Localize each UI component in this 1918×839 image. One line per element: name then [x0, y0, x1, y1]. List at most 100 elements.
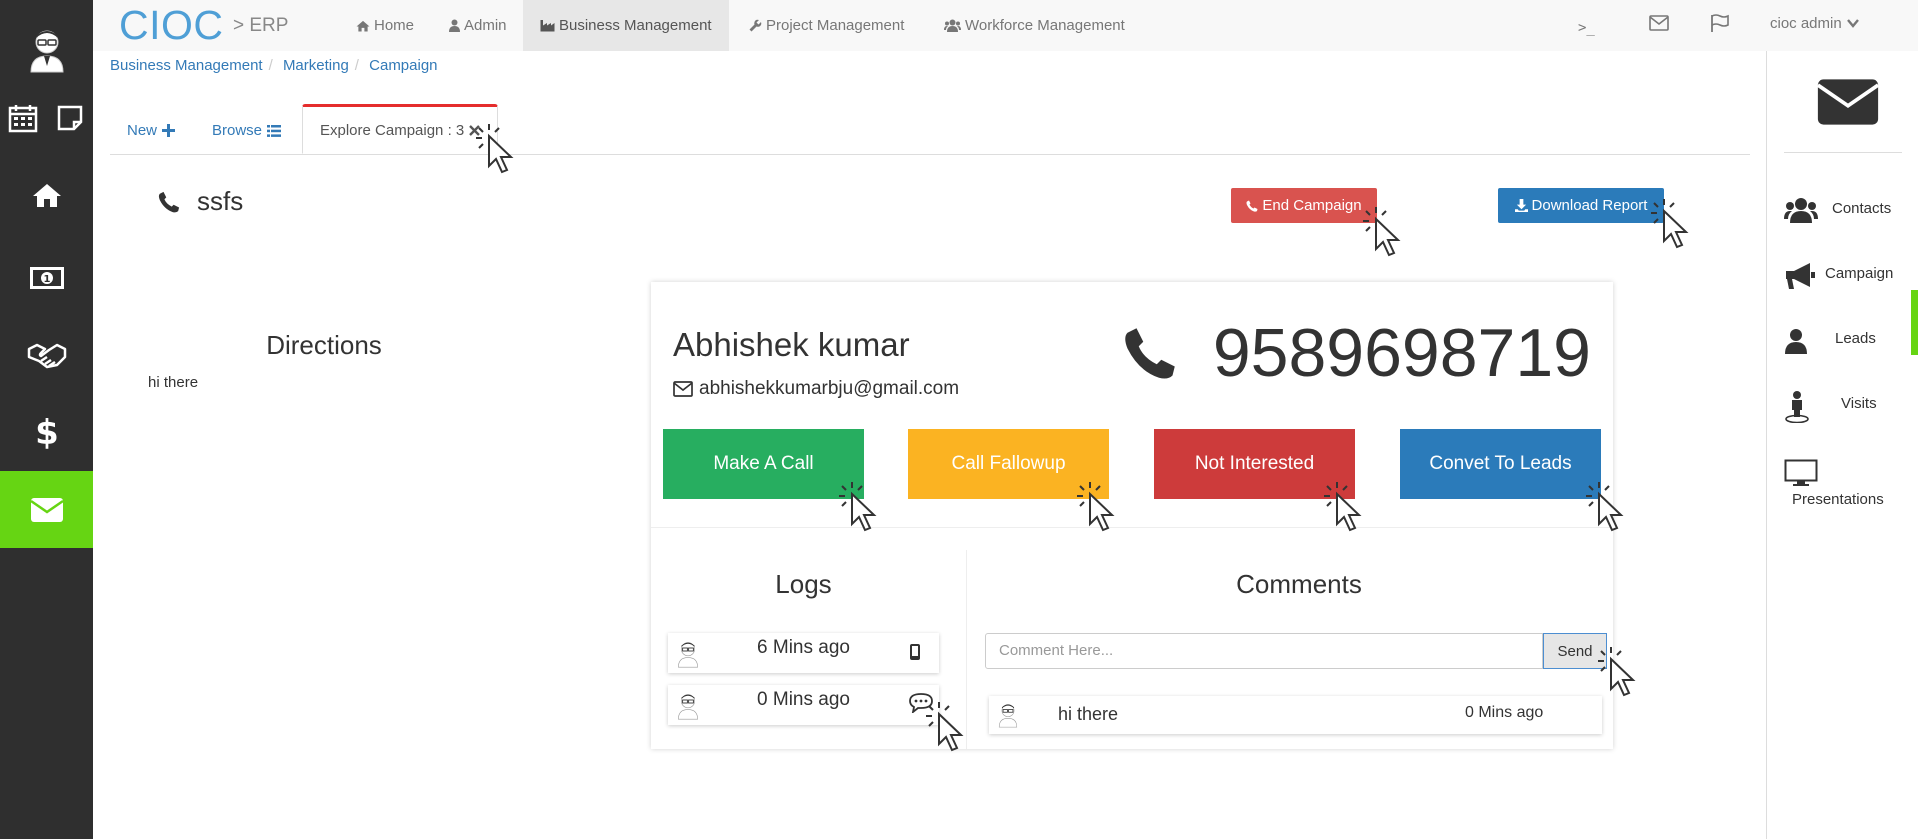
tab-new-label: New	[127, 122, 158, 139]
users-icon	[944, 19, 961, 32]
street-view-icon	[1785, 391, 1809, 423]
phone-icon	[158, 191, 180, 212]
comment-text: hi there	[1058, 704, 1119, 724]
log-item[interactable]: 0 Mins ago	[668, 685, 939, 725]
sidebar-deals[interactable]	[0, 335, 93, 375]
home-icon	[32, 184, 61, 207]
terminal-button[interactable]: >_	[1578, 5, 1595, 51]
nav-admin-label: Admin	[464, 16, 507, 34]
nav-workforce-management[interactable]: Workforce Management	[927, 0, 1142, 51]
not-interested-button[interactable]: Not Interested	[1154, 429, 1355, 499]
messages-button[interactable]	[1649, 0, 1669, 46]
lead-email-text: abhishekkumarbju@gmail.com	[699, 378, 960, 399]
envelope-icon	[29, 497, 64, 522]
top-navbar: CIOC > ERP Home Admin Business Managemen…	[93, 0, 1918, 51]
user-menu-label: cioc admin	[1770, 14, 1842, 32]
end-campaign-label: End Campaign	[1262, 197, 1362, 214]
user-menu[interactable]: cioc admin	[1770, 0, 1859, 46]
calendar-button[interactable]	[0, 98, 46, 138]
not-interested-label: Not Interested	[1194, 453, 1315, 474]
chat-bubble-icon	[909, 693, 933, 713]
phone-icon	[1125, 328, 1175, 379]
tab-browse[interactable]: Browse	[195, 106, 298, 155]
brand-logo[interactable]: CIOC	[119, 2, 224, 49]
sticky-note-icon	[57, 105, 82, 131]
send-comment-button[interactable]: Send	[1543, 633, 1607, 669]
lead-phone-number: 9589698719	[1212, 315, 1591, 391]
convert-to-leads-button[interactable]: Convet To Leads	[1400, 429, 1601, 499]
log-time: 0 Mins ago	[757, 689, 850, 710]
end-campaign-button[interactable]: End Campaign	[1231, 188, 1377, 223]
sidebar-item-presentations-label: Presentations	[1792, 491, 1884, 508]
nav-workforce-management-label: Workforce Management	[965, 16, 1125, 34]
sidebar-payments[interactable]: $	[0, 412, 93, 452]
lead-card: Abhishek kumar abhishekkumarbju@gmail.co…	[651, 282, 1613, 749]
download-report-label: Download Report	[1531, 197, 1648, 214]
comment-item: hi there 0 Mins ago	[989, 696, 1602, 734]
close-icon[interactable]	[469, 124, 481, 136]
call-followup-button[interactable]: Call Fallowup	[908, 429, 1109, 499]
log-time: 6 Mins ago	[757, 637, 850, 658]
card-divider	[651, 527, 1613, 528]
comments-title: Comments	[1236, 569, 1362, 599]
campaign-tabs: New Browse Explore Campaign : 3	[110, 104, 1750, 155]
notifications-button[interactable]	[1710, 0, 1730, 46]
plus-icon	[162, 124, 176, 137]
user-avatar[interactable]	[0, 20, 93, 80]
avatar-icon	[29, 30, 64, 73]
envelope-outline-icon	[673, 381, 693, 397]
users-icon	[1784, 198, 1818, 223]
user-icon	[449, 19, 460, 32]
terminal-icon: >_	[1578, 20, 1595, 36]
active-indicator	[1911, 290, 1918, 355]
lead-email: abhishekkumarbju@gmail.com	[673, 378, 959, 400]
sidebar-item-contacts-label: Contacts	[1832, 200, 1892, 217]
sidebar-item-campaign-label: Campaign	[1825, 265, 1894, 282]
tab-browse-label: Browse	[212, 122, 263, 139]
sidebar-item-visits-label: Visits	[1841, 395, 1877, 412]
breadcrumb-marketing[interactable]: Marketing	[283, 57, 349, 74]
convert-to-leads-label: Convet To Leads	[1429, 453, 1572, 474]
mobile-icon	[910, 644, 920, 660]
mail-button[interactable]	[1816, 77, 1880, 132]
left-sidebar: 1 $	[0, 0, 93, 839]
phone-icon	[1246, 200, 1258, 212]
wrench-icon	[749, 19, 762, 32]
avatar-icon	[998, 704, 1018, 728]
desktop-icon	[1784, 459, 1818, 486]
envelope-icon	[1816, 79, 1880, 125]
comment-input[interactable]: Comment Here...	[985, 633, 1543, 669]
nav-business-management[interactable]: Business Management	[523, 0, 729, 51]
sidebar-marketing[interactable]	[0, 471, 93, 548]
envelope-outline-icon	[1649, 15, 1669, 31]
log-item[interactable]: 6 Mins ago	[668, 633, 939, 673]
nav-project-management-label: Project Management	[766, 16, 905, 34]
breadcrumb-campaign[interactable]: Campaign	[369, 57, 437, 74]
flag-icon	[1711, 14, 1729, 32]
download-report-button[interactable]: Download Report	[1498, 188, 1664, 223]
svg-text:$: $	[36, 415, 58, 449]
lead-phone: 9589698719	[1123, 314, 1591, 392]
nav-project-management[interactable]: Project Management	[732, 0, 921, 51]
campaign-title: ssfs	[158, 186, 243, 217]
directions-title: Directions	[266, 330, 382, 360]
notes-button[interactable]	[46, 98, 93, 138]
tab-explore-campaign-label: Explore Campaign : 3	[320, 121, 465, 139]
tab-new[interactable]: New	[110, 106, 192, 155]
bullhorn-icon	[1786, 263, 1815, 289]
nav-home[interactable]: Home	[339, 0, 431, 51]
breadcrumb-business-management[interactable]: Business Management	[110, 57, 263, 74]
lead-name: Abhishek kumar	[673, 326, 910, 363]
make-a-call-button[interactable]: Make A Call	[663, 429, 864, 499]
logs-title: Logs	[775, 569, 832, 599]
directions-text: hi there	[148, 374, 199, 391]
chevron-down-icon	[1846, 18, 1859, 28]
industry-icon	[540, 20, 555, 32]
sidebar-finance[interactable]: 1	[0, 258, 93, 298]
money-bill-icon: 1	[29, 267, 64, 289]
user-icon	[1785, 329, 1807, 354]
section-divider	[966, 550, 967, 749]
tab-explore-campaign[interactable]: Explore Campaign : 3	[302, 104, 499, 154]
nav-admin[interactable]: Admin	[432, 0, 524, 51]
sidebar-home[interactable]	[0, 175, 93, 215]
